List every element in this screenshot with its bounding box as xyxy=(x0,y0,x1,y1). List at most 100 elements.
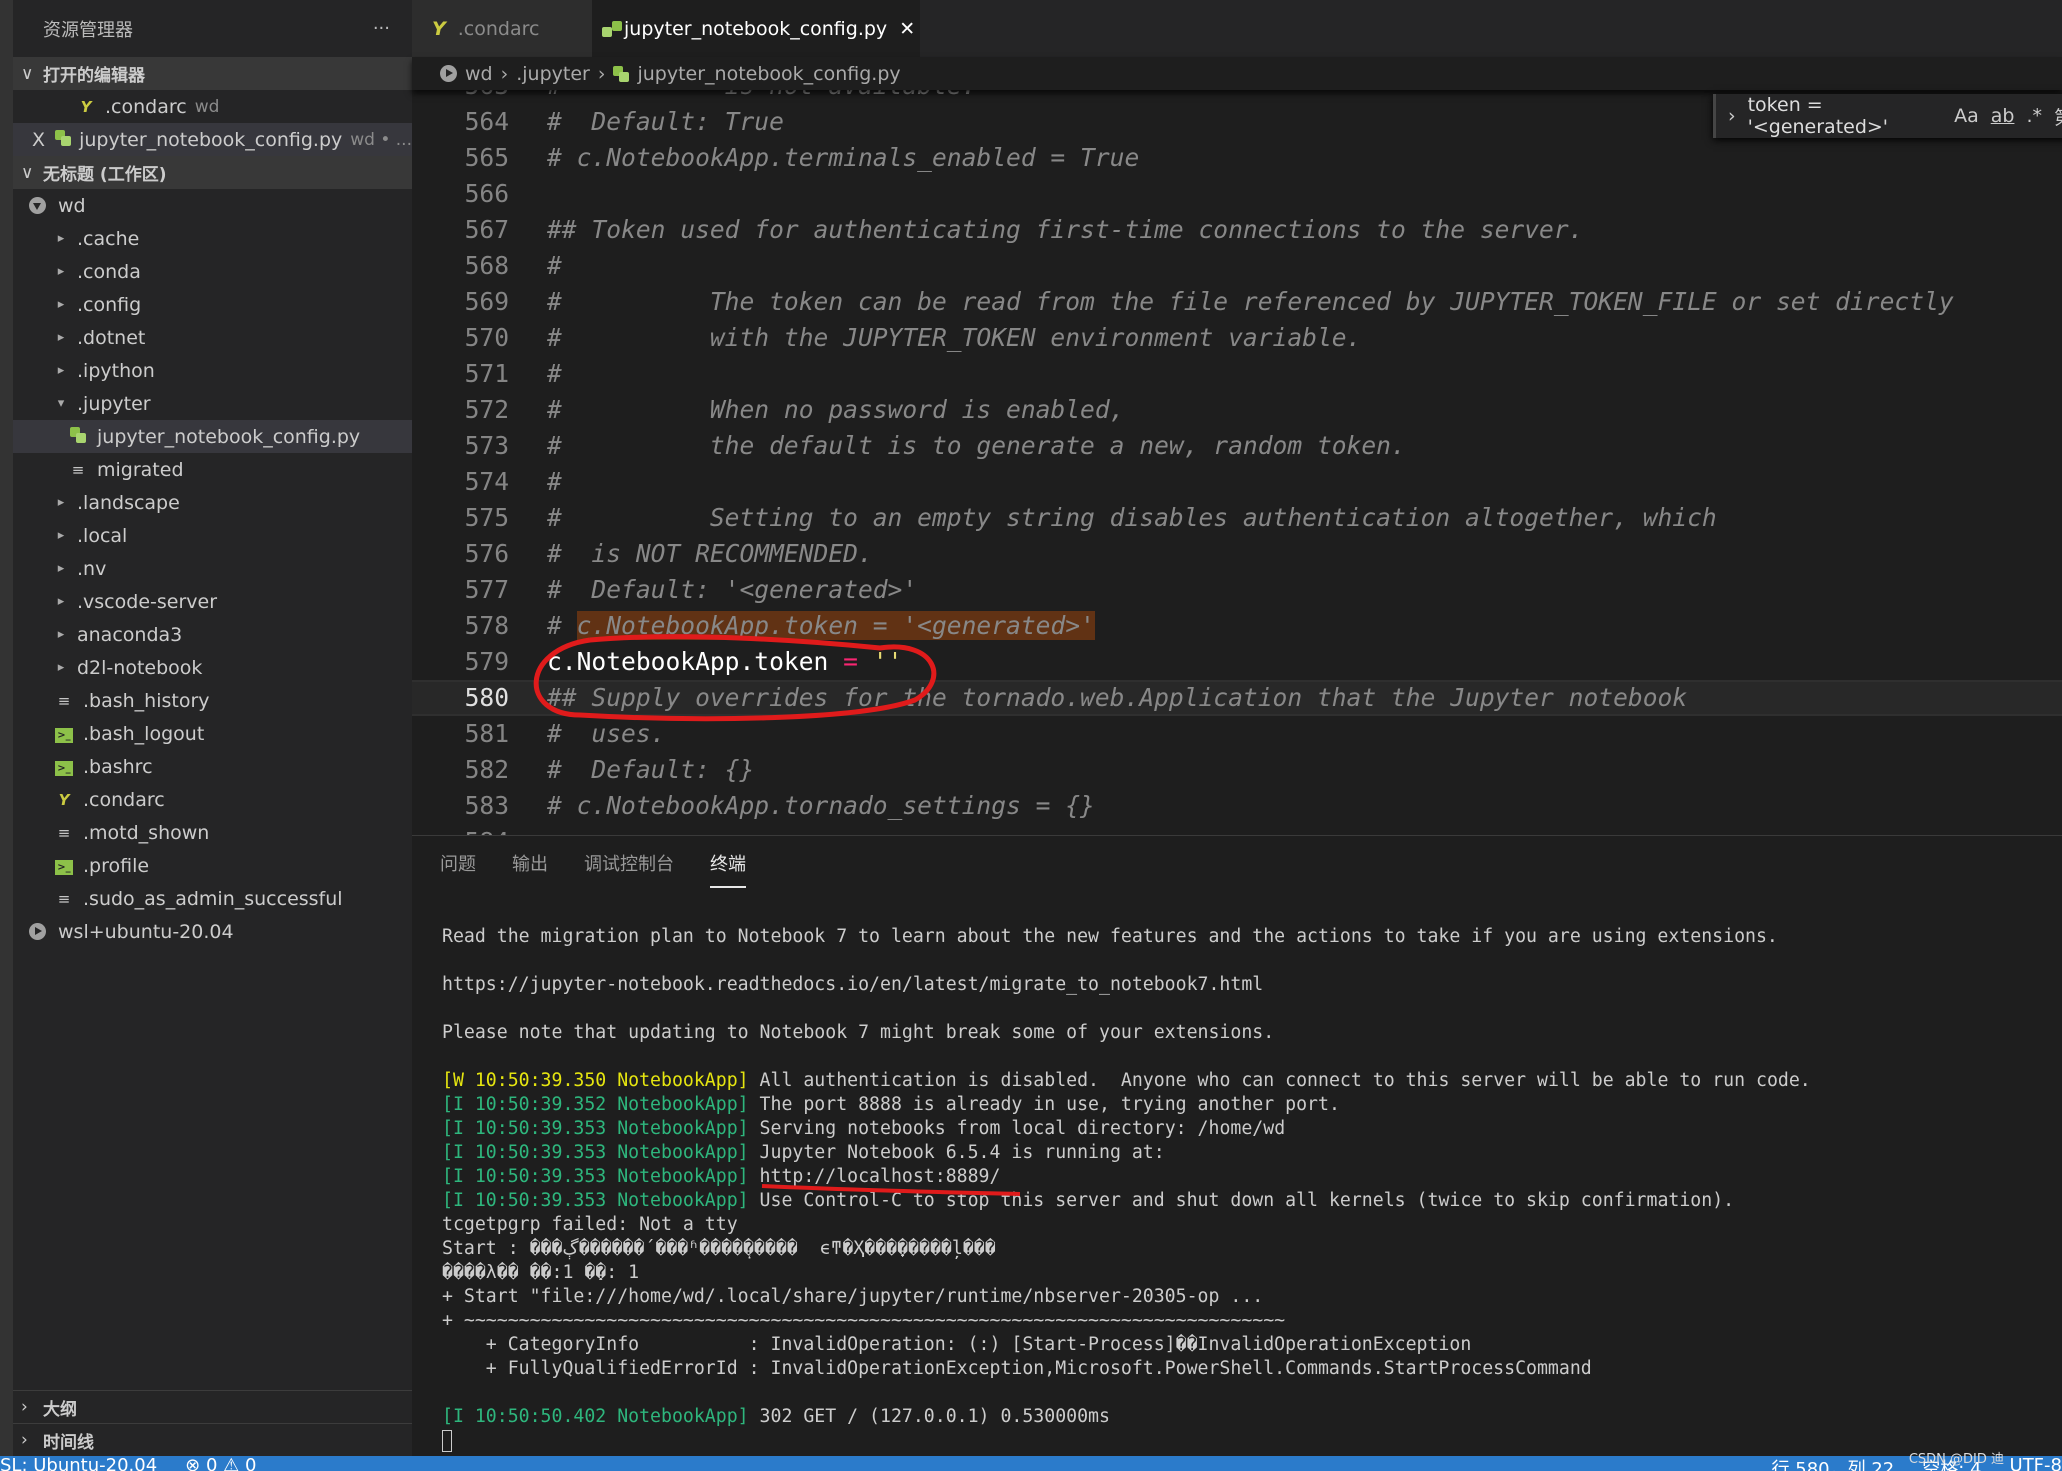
code-token: # with the JUPYTER_TOKEN environment var… xyxy=(547,323,1362,352)
more-actions-button[interactable]: ··· xyxy=(373,18,390,39)
regex-button[interactable]: .* xyxy=(2026,105,2042,127)
terminal-file-icon: >_ xyxy=(53,856,75,875)
tree-item[interactable]: ≡ .sudo_as_admin_successful xyxy=(13,882,412,915)
chevron-right-icon: ▸ xyxy=(57,495,65,510)
line-number: 578 xyxy=(464,611,509,640)
toggle-replace-icon[interactable]: › xyxy=(1728,105,1736,127)
file-name: .local xyxy=(77,524,128,547)
text-file-icon: ≡ xyxy=(71,460,85,479)
outline-section[interactable]: › 大纲 xyxy=(13,1390,412,1423)
tree-item[interactable]: jupyter_notebook_config.py xyxy=(13,420,412,453)
tree-item[interactable]: >_ .bash_logout xyxy=(13,717,412,750)
line-number: 567 xyxy=(464,215,509,244)
tree-item[interactable]: ▸ .ipython xyxy=(13,354,412,387)
line-text: # uses. xyxy=(547,716,665,752)
tree-item[interactable]: ▸ .dotnet xyxy=(13,321,412,354)
code-token: # c.NotebookApp.terminals_enabled = True xyxy=(547,143,1140,172)
open-editor-item[interactable]: Y .condarc wd xyxy=(13,90,412,123)
remote-folder-icon xyxy=(440,65,457,82)
tree-item[interactable]: ▸ anaconda3 xyxy=(13,618,412,651)
terminal-file-icon: >_ xyxy=(53,724,75,743)
tree-item[interactable]: ▸ .local xyxy=(13,519,412,552)
line-number: 583 xyxy=(464,791,509,820)
code-editor[interactable]: 563 # is not available. 564 # Default: True… xyxy=(412,90,2062,835)
terminal[interactable]: Read the migration plan to Notebook 7 to… xyxy=(442,925,1811,1453)
code-line: 581 # uses. xyxy=(412,716,2062,752)
line-number: 575 xyxy=(464,503,509,532)
timeline-section[interactable]: › 时间线 xyxy=(13,1423,412,1456)
open-editor-item[interactable]: Xjupyter_notebook_config.py wd • ... xyxy=(13,123,412,156)
file-name: .bash_history xyxy=(83,689,210,712)
encoding[interactable]: UTF-8 xyxy=(2010,1456,2062,1471)
find-input[interactable]: token = '<generated>' xyxy=(1748,94,1942,138)
terminal-line: + ~~~~~~~~~~~~~~~~~~~~~~~~~~~~~~~~~~~~~~… xyxy=(442,1309,1811,1333)
code-token: # the default is to generate a new, rand… xyxy=(547,431,1406,460)
whole-word-button[interactable]: ab xyxy=(1991,105,2015,127)
tree-item[interactable]: ▸ .landscape xyxy=(13,486,412,519)
tab-jupyter-config[interactable]: jupyter_notebook_config.py ✕ xyxy=(592,0,920,57)
tree-item[interactable]: ▾ .jupyter xyxy=(13,387,412,420)
tab-condarc[interactable]: Y .condarc xyxy=(412,0,592,57)
chevron-down-icon: ▾ xyxy=(57,396,65,411)
line-text: # c.NotebookApp.terminals_enabled = True xyxy=(547,140,1139,176)
log-text: Please note that updating to Notebook 7 … xyxy=(442,1022,1275,1043)
breadcrumb-wd[interactable]: wd xyxy=(465,63,493,85)
terminal-line: [I 10:50:50.402 NotebookApp] 302 GET / (… xyxy=(442,1405,1811,1429)
chevron-right-icon: ▸ xyxy=(57,231,65,246)
panel-tab[interactable]: 问题 xyxy=(440,850,476,888)
panel-tab[interactable]: 终端 xyxy=(710,850,746,888)
tree-item[interactable]: ▸ .conda xyxy=(13,255,412,288)
tree-item[interactable]: ▸ d2l-notebook xyxy=(13,651,412,684)
open-editors-label: 打开的编辑器 xyxy=(43,66,145,86)
tab-label: .condarc xyxy=(457,17,540,40)
log-text: Read the migration plan to Notebook 7 to… xyxy=(442,926,1778,947)
tree-item[interactable]: ▸ .cache xyxy=(13,222,412,255)
tree-item[interactable]: >_ .profile xyxy=(13,849,412,882)
text-file-icon: ≡ xyxy=(57,889,71,908)
terminal-glyph: >_ xyxy=(55,761,73,776)
line-number: 577 xyxy=(464,575,509,604)
tree-item[interactable]: Y .condarc xyxy=(13,783,412,816)
file-name: jupyter_notebook_config.py xyxy=(79,128,343,151)
line-text: c.NotebookApp.token = '' xyxy=(547,644,902,680)
file-name: .nv xyxy=(77,557,107,580)
close-icon[interactable]: X xyxy=(13,129,55,151)
tree-item[interactable]: ▸ .vscode-server xyxy=(13,585,412,618)
code-token: # Default: '<generated>' xyxy=(547,575,918,604)
breadcrumb-file[interactable]: jupyter_notebook_config.py xyxy=(637,63,900,85)
code-line: 566 xyxy=(412,176,2062,212)
tree-item[interactable]: ≡ .motd_shown xyxy=(13,816,412,849)
terminal-cursor xyxy=(442,1430,452,1452)
code-line: 577 # Default: '<generated>' xyxy=(412,572,2062,608)
python-icon xyxy=(67,426,89,447)
tree-item[interactable]: ▸ .nv xyxy=(13,552,412,585)
close-tab-button[interactable]: ✕ xyxy=(899,18,915,40)
line-text: # xyxy=(547,248,562,284)
terminal-line: Please note that updating to Notebook 7 … xyxy=(442,1021,1811,1045)
breadcrumb-jupyter[interactable]: .jupyter xyxy=(516,63,590,85)
chevron-right-icon: ▸ xyxy=(57,627,65,642)
tree-item[interactable]: ≡ .bash_history xyxy=(13,684,412,717)
open-editors-section[interactable]: ∨ 打开的编辑器 xyxy=(13,57,412,90)
explorer-title: 资源管理器 xyxy=(43,19,133,41)
line-number: 574 xyxy=(464,467,509,496)
problems-indicator[interactable]: ⊗ 0 ⚠ 0 xyxy=(185,1456,256,1471)
remote-indicator[interactable]: SL: Ubuntu-20.04 xyxy=(0,1456,157,1471)
line-number: 581 xyxy=(464,719,509,748)
file-name: wsl+ubuntu-20.04 xyxy=(58,920,234,943)
panel-tab[interactable]: 输出 xyxy=(512,850,548,888)
tree-item[interactable]: wd xyxy=(13,189,412,222)
warning-count: 0 xyxy=(245,1456,257,1471)
tree-item[interactable]: ▸ .config xyxy=(13,288,412,321)
tree-item[interactable]: wsl+ubuntu-20.04 xyxy=(13,915,412,948)
code-token: # Default: {} xyxy=(547,755,755,784)
workspace-section[interactable]: ∨ 无标题 (工作区) xyxy=(13,156,412,189)
tree-item[interactable]: >_ .bashrc xyxy=(13,750,412,783)
code-line: 573 # the default is to generate a new, r… xyxy=(412,428,2062,464)
error-count: 0 xyxy=(205,1456,218,1471)
panel-tab[interactable]: 调试控制台 xyxy=(584,850,674,888)
match-case-button[interactable]: Aa xyxy=(1954,105,1979,127)
cursor-position[interactable]: 行 580，列 22 xyxy=(1772,1456,1895,1471)
chevron-right-icon: ▸ xyxy=(57,528,65,543)
tree-item[interactable]: ≡ migrated xyxy=(13,453,412,486)
